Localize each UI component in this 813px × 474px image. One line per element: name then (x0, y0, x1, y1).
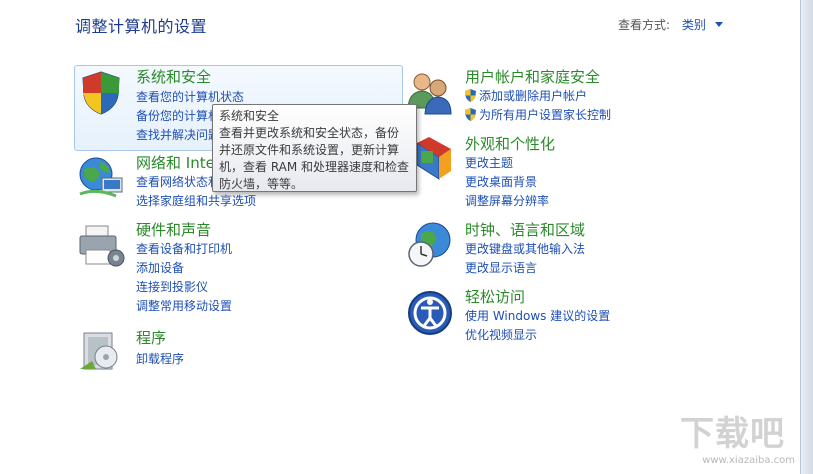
category-title-clock-region[interactable]: 时钟、语言和区域 (465, 219, 585, 240)
link-change-keyboard[interactable]: 更改键盘或其他输入法 (465, 240, 585, 257)
category-title-programs[interactable]: 程序 (136, 327, 166, 348)
link-parental-controls[interactable]: 为所有用户设置家长控制 (465, 106, 611, 123)
watermark-url: www.xiazaiba.com (702, 455, 795, 466)
watermark-logo: 下载吧 (680, 414, 785, 454)
uac-shield-icon (465, 108, 476, 121)
link-label: 添加或删除用户帐户 (479, 89, 588, 103)
link-add-device[interactable]: 添加设备 (136, 259, 184, 276)
link-find-fix-problems[interactable]: 查找并解决问题 (136, 126, 220, 143)
shield-icon (82, 71, 120, 115)
category-title-hardware[interactable]: 硬件和声音 (136, 219, 211, 240)
link-add-remove-accounts[interactable]: 添加或删除用户帐户 (465, 87, 587, 104)
tooltip-body: 查看并更改系统和安全状态，备份并还原文件和系统设置，更新计算机，查看 RAM 和… (219, 126, 410, 191)
category-title-users[interactable]: 用户帐户和家庭安全 (465, 66, 600, 87)
page-title: 调整计算机的设置 (75, 17, 208, 36)
chevron-down-icon[interactable] (714, 22, 723, 27)
view-by-dropdown[interactable]: 类别 (682, 18, 706, 32)
link-desktop-background[interactable]: 更改桌面背景 (465, 173, 537, 190)
link-backup-computer[interactable]: 备份您的计算机 (136, 107, 220, 124)
category-title-ease-of-access[interactable]: 轻松访问 (465, 286, 525, 307)
link-label: 为所有用户设置家长控制 (479, 108, 612, 122)
link-optimize-video[interactable]: 优化视频显示 (465, 326, 537, 343)
ease-of-access-icon (408, 291, 452, 335)
view-by: 查看方式: 类别 (618, 16, 723, 33)
category-title-appearance[interactable]: 外观和个性化 (465, 133, 555, 154)
link-connect-projector[interactable]: 连接到投影仪 (136, 278, 208, 295)
link-devices-printers[interactable]: 查看设备和打印机 (136, 240, 232, 257)
link-recommended-settings[interactable]: 使用 Windows 建议的设置 (465, 307, 610, 324)
programs-box-icon (80, 332, 118, 370)
tooltip-system-security: 系统和安全 查看并更改系统和安全状态，备份并还原文件和系统设置，更新计算机，查看… (212, 104, 417, 192)
network-globe-icon (79, 157, 123, 198)
printer-icon (79, 225, 125, 267)
uac-shield-icon (465, 89, 476, 102)
link-change-display-language[interactable]: 更改显示语言 (465, 259, 537, 276)
tooltip-title: 系统和安全 (219, 109, 280, 123)
link-change-theme[interactable]: 更改主题 (465, 154, 513, 171)
link-screen-resolution[interactable]: 调整屏幕分辨率 (465, 192, 549, 209)
link-view-computer-status[interactable]: 查看您的计算机状态 (136, 88, 244, 105)
category-title-system[interactable]: 系统和安全 (136, 66, 211, 87)
window-right-edge (800, 0, 813, 474)
link-mobility-settings[interactable]: 调整常用移动设置 (136, 297, 232, 314)
link-homegroup-sharing[interactable]: 选择家庭组和共享选项 (136, 192, 256, 209)
clock-globe-icon (408, 222, 451, 267)
link-uninstall-program[interactable]: 卸载程序 (136, 350, 184, 367)
view-by-label: 查看方式: (618, 18, 671, 32)
